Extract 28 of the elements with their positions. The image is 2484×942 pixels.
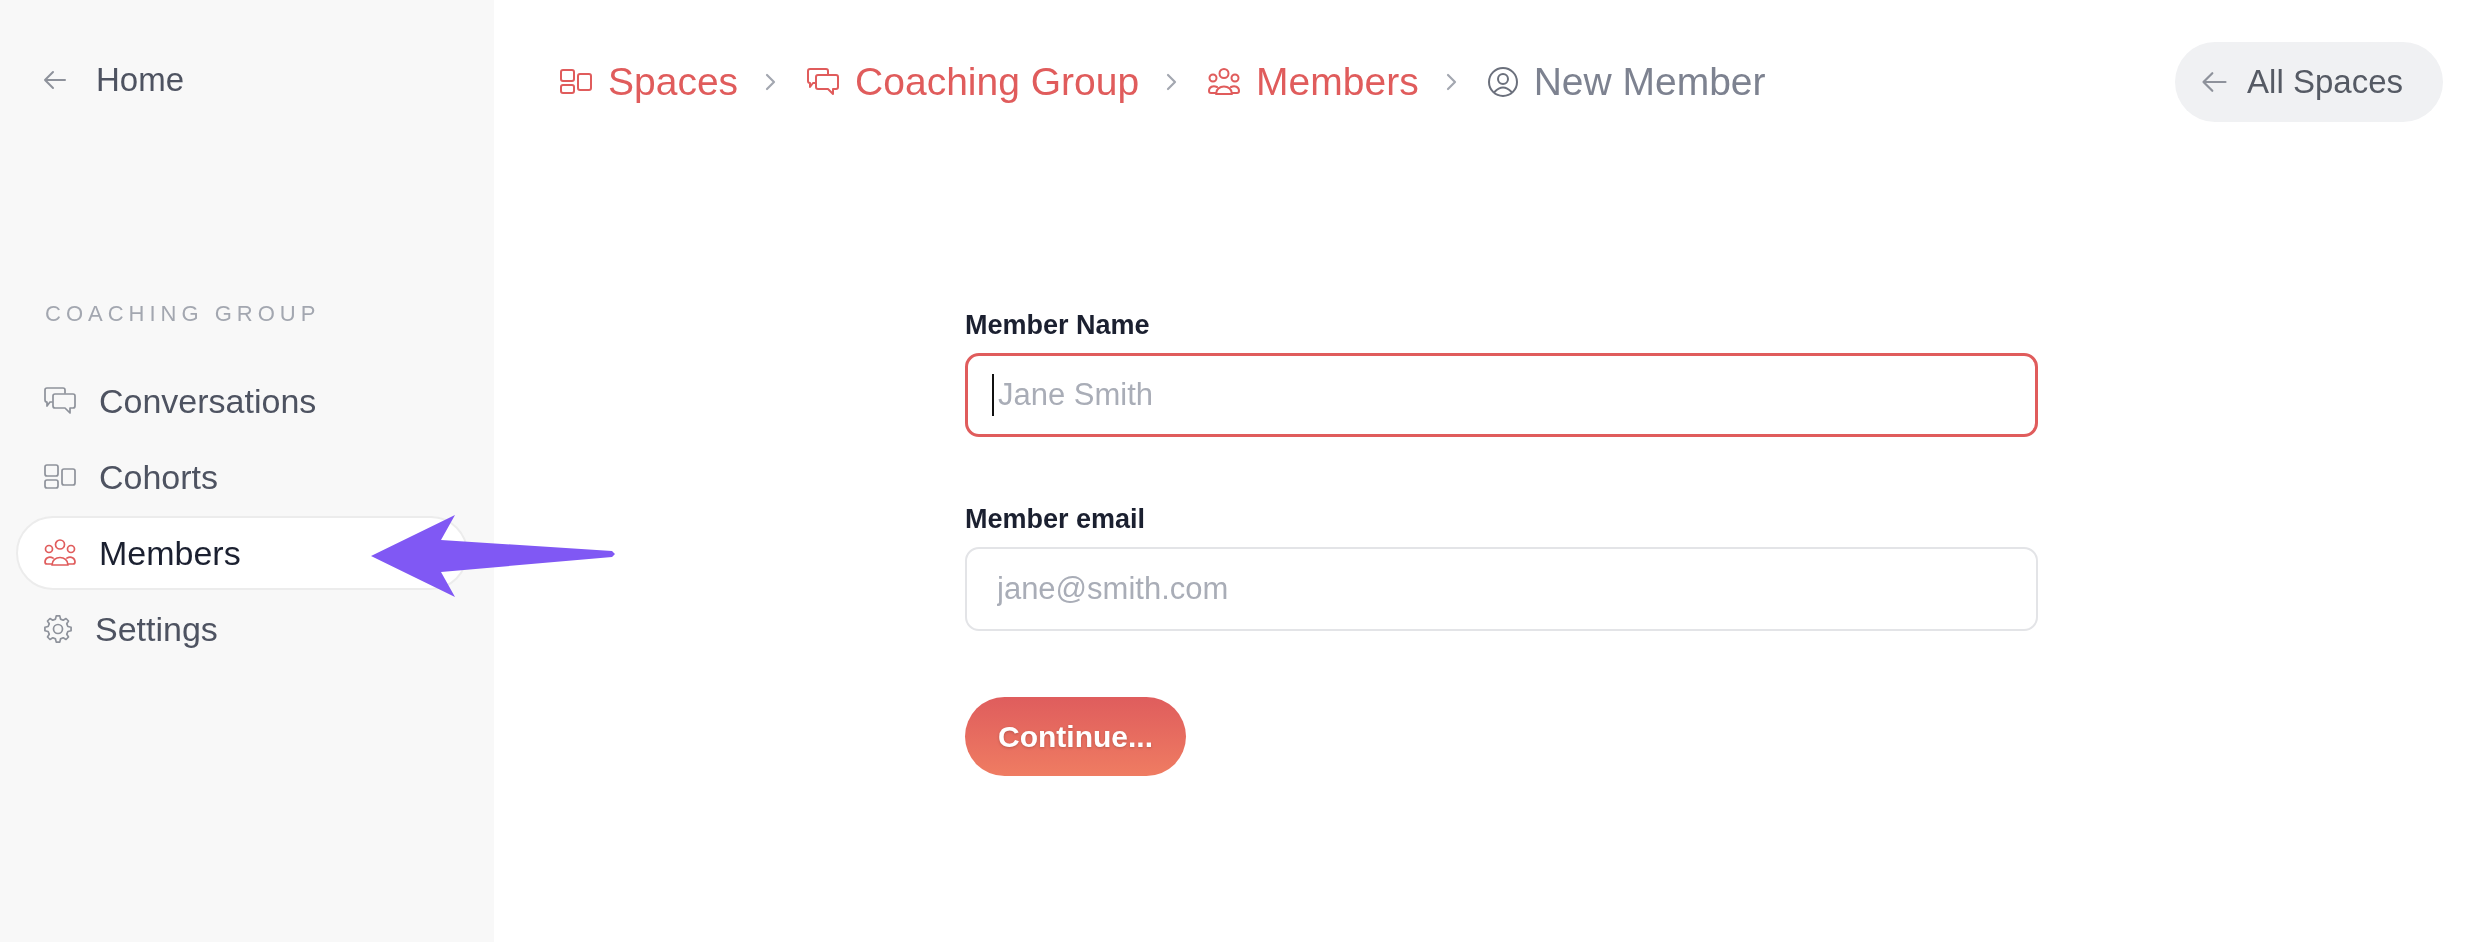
group-icon xyxy=(1207,67,1242,97)
user-circle-icon xyxy=(1486,66,1519,98)
home-link[interactable]: Home xyxy=(43,58,185,102)
breadcrumb-link[interactable]: Coaching Group xyxy=(806,60,1140,104)
chevron-right-icon xyxy=(765,73,777,91)
arrow-left-icon xyxy=(43,70,67,90)
input-field[interactable]: Jane Smith xyxy=(965,353,2038,437)
chat-bubbles-icon xyxy=(806,67,841,97)
chevron-right-icon xyxy=(1166,73,1178,91)
sidebar-item[interactable]: Conversations xyxy=(16,364,468,438)
sidebar-item[interactable]: Members xyxy=(16,516,468,590)
chevron-right-icon xyxy=(1445,73,1457,91)
sidebar-item[interactable]: Cohorts xyxy=(16,440,468,514)
arrow-left-icon xyxy=(2201,71,2229,93)
chat-bubbles-icon xyxy=(43,386,77,416)
all-spaces-button[interactable]: All Spaces xyxy=(2175,42,2443,122)
breadcrumb-link[interactable]: Members xyxy=(1207,60,1419,104)
settings-icon xyxy=(43,614,73,644)
field-label: Member email xyxy=(965,503,1146,535)
layout-icon xyxy=(559,68,593,96)
field-label: Member Name xyxy=(965,309,1150,341)
layout-icon xyxy=(43,463,77,491)
breadcrumb-link[interactable]: Spaces xyxy=(559,60,739,104)
group-icon xyxy=(43,538,77,568)
sidebar-item[interactable]: Settings xyxy=(16,592,468,666)
text-cursor xyxy=(992,374,994,416)
section-heading: COACHING GROUP xyxy=(45,301,321,327)
breadcrumb-current: New Member xyxy=(1533,60,1766,104)
